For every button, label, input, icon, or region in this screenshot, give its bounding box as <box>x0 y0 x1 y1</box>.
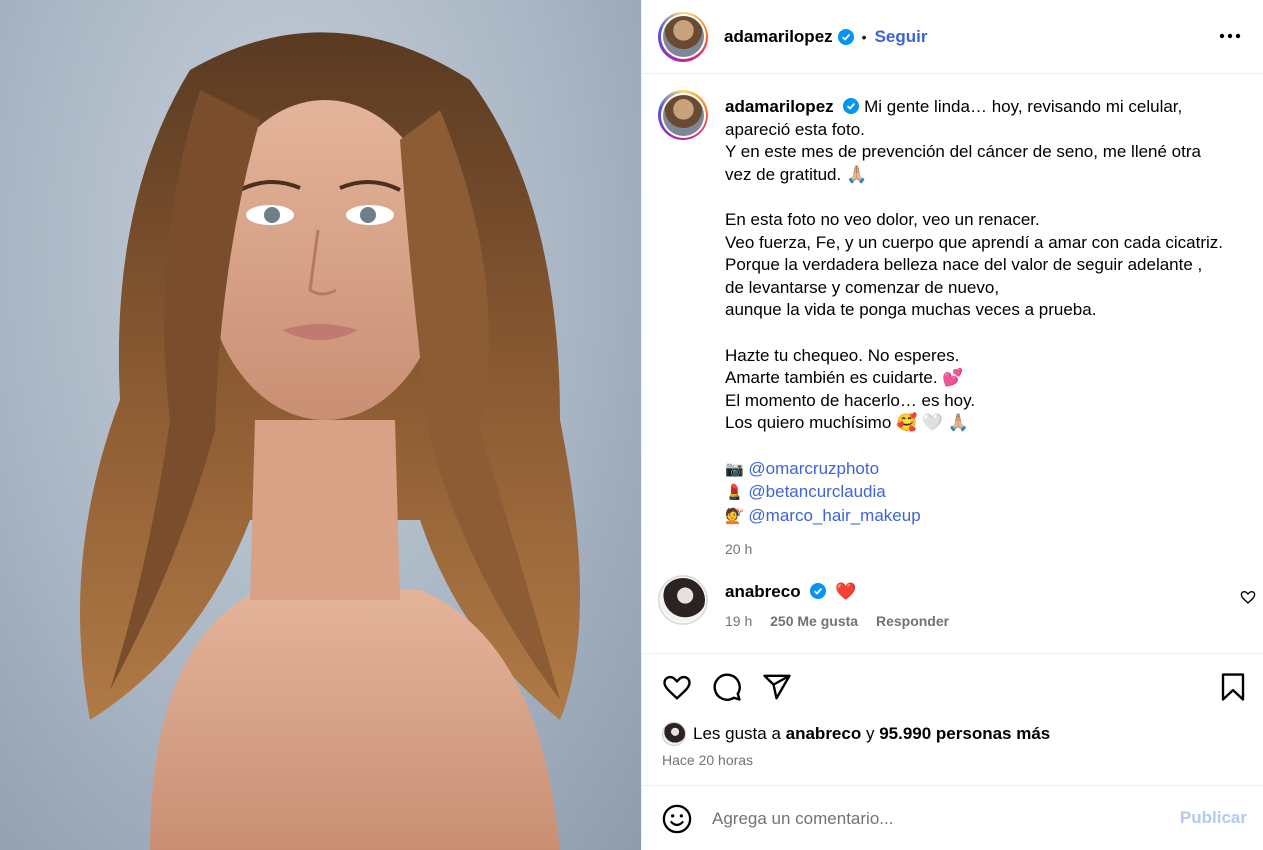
likes-others[interactable]: 95.990 personas más <box>879 724 1050 744</box>
lipstick-icon: 💄 <box>725 484 744 502</box>
heart-icon[interactable] <box>662 672 692 702</box>
comment-text: ❤️ <box>835 582 857 601</box>
comment-timestamp[interactable]: 19 h <box>725 613 752 629</box>
mention-link[interactable]: @betancurclaudia <box>748 482 885 501</box>
caption-line: El momento de hacerlo… es hoy. <box>725 390 976 410</box>
separator-dot: • <box>861 28 867 45</box>
commenter-avatar[interactable] <box>658 575 708 625</box>
liker-username[interactable]: anabreco <box>786 724 862 744</box>
caption-author-username[interactable]: adamarilopez <box>725 97 834 116</box>
caption-line: apareció esta foto. <box>725 119 865 139</box>
caption-line: Porque la verdadera belleza nace del val… <box>725 255 1203 275</box>
verified-badge-icon <box>837 28 854 45</box>
follow-button[interactable]: Seguir <box>875 27 928 47</box>
caption-line: vez de gratitud. 🙏🏼 <box>725 164 868 184</box>
post-detail-panel: adamarilopez • Seguir adamarilopez Mi ge… <box>641 0 1263 850</box>
post-photo[interactable] <box>0 0 641 850</box>
author-avatar[interactable] <box>658 11 708 62</box>
verified-badge-icon <box>810 583 827 599</box>
haircut-icon: 💇 <box>725 507 744 525</box>
post-timestamp[interactable]: Hace 20 horas <box>662 752 753 768</box>
likes-conj: y <box>865 724 875 743</box>
caption-line: Los quiero muchísimo 🥰 🤍 🙏🏼 <box>725 413 969 433</box>
portrait-illustration <box>80 32 580 850</box>
caption-line: En esta foto no veo dolor, veo un renace… <box>725 209 1040 229</box>
post-header: adamarilopez • Seguir <box>642 0 1263 74</box>
comment-heart-icon[interactable] <box>1240 589 1256 605</box>
verified-badge-icon <box>843 98 860 114</box>
mention-link[interactable]: @omarcruzphoto <box>748 459 879 478</box>
caption-line: aunque la vida te ponga muchas veces a p… <box>725 300 1097 320</box>
likes-summary: Les gusta a anabreco y 95.990 personas m… <box>662 722 1050 746</box>
likes-prefix: Les gusta a <box>693 724 781 743</box>
liker-avatar[interactable] <box>662 722 686 746</box>
commenter-username[interactable]: anabreco <box>725 582 801 601</box>
caption-line: Mi gente linda… hoy, revisando mi celula… <box>864 97 1183 116</box>
caption-author-avatar[interactable] <box>658 90 708 140</box>
caption-line: Veo fuerza, Fe, y un cuerpo que aprendí … <box>725 232 1224 252</box>
emoji-icon[interactable] <box>662 804 692 834</box>
comment-likes-count[interactable]: 250 Me gusta <box>770 613 858 629</box>
caption-and-comments: adamarilopez Mi gente linda… hoy, revisa… <box>642 75 1263 653</box>
caption-text: adamarilopez Mi gente linda… hoy, revisa… <box>725 96 1245 561</box>
mention-link[interactable]: @marco_hair_makeup <box>748 506 920 525</box>
credit-makeup: 💄 @betancurclaudia <box>725 481 1245 505</box>
share-icon[interactable] <box>762 672 792 702</box>
caption-timestamp[interactable]: 20 h <box>725 538 1245 561</box>
caption-line: Hazte tu chequeo. No esperes. <box>725 345 960 365</box>
camera-icon: 📷 <box>725 460 744 478</box>
caption-line: de levantarse y comenzar de nuevo, <box>725 277 1000 297</box>
caption-line: Y en este mes de prevención del cáncer d… <box>725 142 1201 162</box>
caption-line: Amarte también es cuidarte. 💕 <box>725 368 964 388</box>
more-options-icon[interactable] <box>1218 24 1242 48</box>
comment-item: anabreco ❤️ 19 h 250 Me gusta Responder <box>658 575 1256 635</box>
author-username[interactable]: adamarilopez <box>724 27 833 47</box>
publish-button[interactable]: Publicar <box>1180 808 1247 828</box>
comment-composer: Publicar <box>642 785 1263 850</box>
action-bar: Les gusta a anabreco y 95.990 personas m… <box>642 653 1263 783</box>
reply-button[interactable]: Responder <box>876 613 949 629</box>
credit-hair: 💇 @marco_hair_makeup <box>725 505 1245 529</box>
comment-icon[interactable] <box>712 672 742 702</box>
credit-photo: 📷 @omarcruzphoto <box>725 458 1245 482</box>
comment-input[interactable] <box>712 804 1152 834</box>
bookmark-icon[interactable] <box>1218 672 1248 702</box>
